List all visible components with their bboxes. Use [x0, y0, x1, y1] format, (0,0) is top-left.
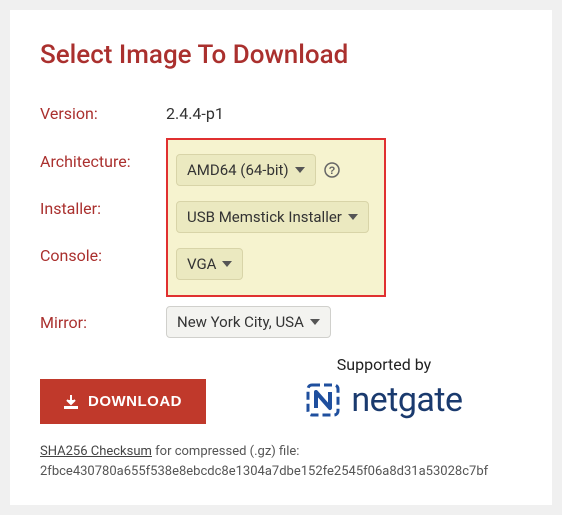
- architecture-label: Architecture:: [40, 138, 166, 185]
- netgate-logo-icon: [305, 382, 341, 418]
- console-row: VGA: [176, 240, 376, 287]
- installer-label: Installer:: [40, 185, 166, 232]
- architecture-select[interactable]: AMD64 (64-bit): [176, 154, 316, 186]
- download-wrap: DOWNLOAD: [40, 353, 206, 424]
- chevron-down-icon: [222, 261, 232, 267]
- installer-row: USB Memstick Installer: [176, 193, 376, 240]
- mirror-row: Mirror: New York City, USA: [40, 301, 522, 343]
- architecture-row: AMD64 (64-bit) ?: [176, 146, 376, 193]
- mirror-select[interactable]: New York City, USA: [166, 306, 331, 338]
- installer-select[interactable]: USB Memstick Installer: [176, 201, 369, 233]
- console-select[interactable]: VGA: [176, 248, 243, 280]
- netgate-link[interactable]: netgate: [305, 380, 462, 420]
- checksum-block: SHA256 Checksum for compressed (.gz) fil…: [40, 442, 522, 481]
- sha256-checksum-link[interactable]: SHA256 Checksum: [40, 444, 152, 459]
- page-title: Select Image To Download: [40, 40, 522, 70]
- download-button-label: DOWNLOAD: [88, 393, 182, 410]
- checksum-hash: 2fbce430780a655f538e8ebcdc8e1304a7dbe152…: [40, 464, 488, 479]
- highlight-box: AMD64 (64-bit) ? USB Memstick Installer …: [166, 138, 386, 297]
- version-label: Version:: [40, 104, 166, 123]
- svg-text:?: ?: [328, 165, 335, 177]
- chevron-down-icon: [310, 319, 320, 325]
- architecture-select-value: AMD64 (64-bit): [187, 161, 289, 179]
- download-icon: [64, 395, 78, 409]
- chevron-down-icon: [348, 214, 358, 220]
- console-select-value: VGA: [187, 255, 216, 273]
- checksum-suffix: for compressed (.gz) file:: [152, 444, 300, 459]
- highlighted-group: Architecture: Installer: Console: AMD64 …: [40, 138, 522, 297]
- chevron-down-icon: [295, 167, 305, 173]
- label-column: Architecture: Installer: Console:: [40, 138, 166, 279]
- version-row: Version: 2.4.4-p1: [40, 92, 522, 134]
- supported-by-block: Supported by netgate: [246, 355, 522, 422]
- download-button[interactable]: DOWNLOAD: [40, 379, 206, 424]
- mirror-label: Mirror:: [40, 313, 166, 332]
- supported-by-label: Supported by: [246, 355, 522, 374]
- installer-select-value: USB Memstick Installer: [187, 208, 342, 226]
- console-label: Console:: [40, 232, 166, 279]
- version-value: 2.4.4-p1: [166, 104, 224, 123]
- help-icon[interactable]: ?: [324, 162, 340, 178]
- netgate-brand-text: netgate: [351, 380, 462, 420]
- download-card: Select Image To Download Version: 2.4.4-…: [10, 10, 552, 505]
- mirror-select-value: New York City, USA: [177, 313, 304, 331]
- bottom-row: DOWNLOAD Supported by netgate: [40, 353, 522, 424]
